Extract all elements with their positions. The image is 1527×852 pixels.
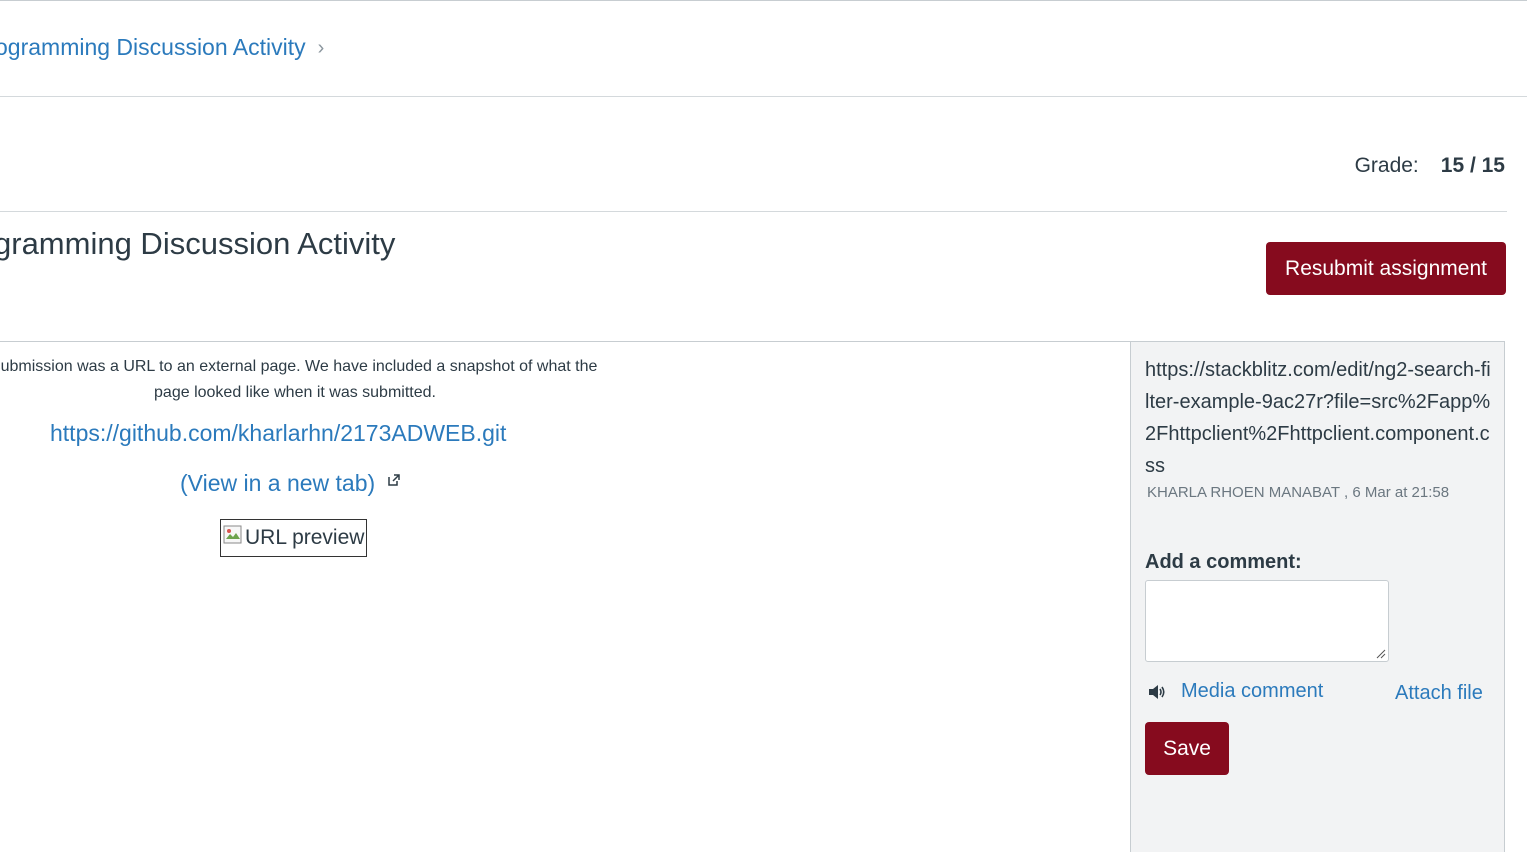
grade-value: 15 / 15 (1440, 154, 1505, 177)
resize-grip-icon[interactable] (1375, 648, 1386, 659)
add-comment-label: Add a comment: (1145, 551, 1302, 573)
comments-panel: https://stackblitz.com/edit/ng2-search-f… (1130, 341, 1505, 852)
comment-date: 6 Mar at 21:58 (1352, 484, 1450, 501)
view-in-new-tab-link[interactable]: (View in a new tab) (180, 470, 401, 497)
assignment-title: gramming Discussion Activity (0, 226, 396, 261)
submission-preview-pane: submission was a URL to an external page… (0, 342, 1130, 852)
breadcrumb-assignment-link[interactable]: ogramming Discussion Activity (0, 34, 306, 61)
grade-display: Grade: 15 / 15 (1355, 154, 1505, 178)
broken-image-icon (223, 525, 242, 544)
top-divider (0, 0, 1527, 1)
breadcrumb: ogramming Discussion Activity › (0, 30, 324, 64)
media-comment-label: Media comment (1181, 680, 1324, 702)
url-preview-image: URL preview (220, 519, 367, 557)
submission-notice: submission was a URL to an external page… (0, 354, 630, 406)
external-link-icon (388, 473, 400, 486)
submission-notice-line1: submission was a URL to an external page… (0, 358, 598, 375)
submission-page: ogramming Discussion Activity › Grade: 1… (0, 0, 1527, 852)
grade-divider (0, 211, 1507, 212)
view-in-new-tab-label: (View in a new tab) (180, 470, 376, 496)
save-comment-button[interactable]: Save (1145, 722, 1229, 775)
resubmit-assignment-button[interactable]: Resubmit assignment (1266, 242, 1506, 295)
comment-body: https://stackblitz.com/edit/ng2-search-f… (1145, 359, 1491, 477)
submission-url-link[interactable]: https://github.com/kharlarhn/2173ADWEB.g… (50, 420, 506, 447)
submission-notice-line2: page looked like when it was submitted. (154, 384, 436, 401)
comment-meta: KHARLA RHOEN MANABAT , 6 Mar at 21:58 (1147, 484, 1449, 501)
comment-textarea[interactable] (1145, 580, 1389, 662)
url-preview-alt-text: URL preview (245, 526, 365, 549)
header-divider (0, 96, 1527, 97)
chevron-right-icon: › (317, 36, 325, 59)
grade-label: Grade: (1354, 154, 1419, 177)
speaker-icon (1149, 684, 1165, 699)
media-comment-link[interactable]: Media comment (1147, 680, 1323, 703)
comment-author: KHARLA RHOEN MANABAT (1147, 484, 1340, 501)
attach-file-link[interactable]: Attach file (1395, 682, 1483, 705)
